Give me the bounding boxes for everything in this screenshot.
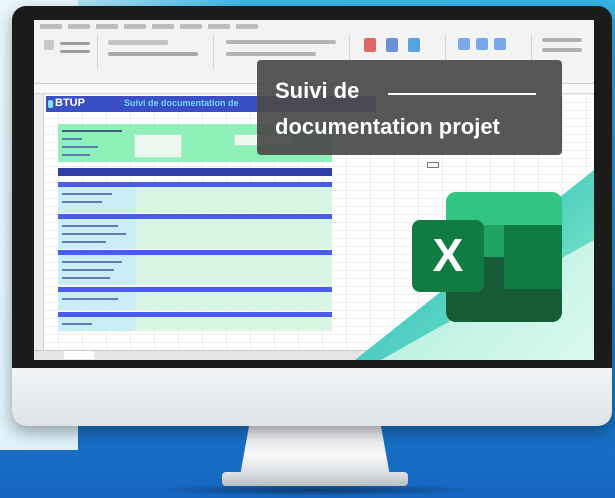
ribbon-tab[interactable]: [96, 24, 118, 29]
sheet-tab-active[interactable]: [64, 351, 94, 359]
ribbon-tab[interactable]: [68, 24, 90, 29]
title-overlay: [257, 60, 562, 155]
text-line: [62, 233, 126, 235]
logo-mark-icon: [48, 100, 53, 108]
monitor-stand-neck: [240, 426, 390, 476]
section-body: [58, 317, 332, 331]
autosum-icon[interactable]: [542, 38, 582, 42]
text-line: [62, 201, 102, 203]
title-line-1: Suivi de: [275, 78, 360, 103]
info-input-box[interactable]: [134, 134, 182, 158]
text-line: [62, 130, 122, 132]
ribbon-tab[interactable]: [236, 24, 258, 29]
text-line: [62, 241, 106, 243]
title-rule: [388, 93, 536, 95]
ribbon-tab[interactable]: [180, 24, 202, 29]
excel-icon-letter: X: [433, 229, 464, 281]
format-table-icon[interactable]: [386, 38, 398, 52]
copy-icon[interactable]: [60, 50, 90, 53]
excel-icon: X: [412, 192, 562, 322]
ribbon-tab[interactable]: [152, 24, 174, 29]
company-logo-text: BTUP: [55, 97, 85, 109]
text-line: [62, 323, 92, 325]
ribbon-group-font: [104, 34, 214, 70]
title-line-2: documentation projet: [275, 114, 500, 139]
ribbon-tab[interactable]: [208, 24, 230, 29]
ribbon-group-clipboard: [38, 34, 98, 70]
conditional-format-icon[interactable]: [364, 38, 376, 52]
cell-styles-icon[interactable]: [408, 38, 420, 52]
monitor-chin: [12, 368, 612, 426]
paste-icon[interactable]: [44, 40, 54, 50]
ribbon-tab[interactable]: [40, 24, 62, 29]
section-body: [58, 187, 332, 213]
cut-icon[interactable]: [60, 42, 90, 45]
section-body: [58, 292, 332, 310]
text-line: [62, 269, 114, 271]
small-shape-outline: [427, 162, 439, 168]
monitor-stand-base: [222, 472, 408, 486]
sheet-header-title: Suivi de documentation de: [124, 98, 239, 108]
align-icons[interactable]: [226, 40, 336, 44]
table-column-header: [58, 168, 332, 176]
text-line: [62, 193, 112, 195]
text-line: [62, 138, 82, 140]
font-selector[interactable]: [108, 40, 168, 45]
text-line: [62, 277, 110, 279]
section-body: [58, 219, 332, 249]
text-line: [62, 261, 122, 263]
wrap-icons[interactable]: [226, 52, 316, 56]
format-icon[interactable]: [494, 38, 506, 50]
text-line: [62, 154, 90, 156]
text-line: [62, 298, 118, 300]
row-headers: [34, 94, 44, 360]
section-body: [58, 255, 332, 285]
ribbon-tabs: [40, 24, 258, 29]
ribbon-tab[interactable]: [124, 24, 146, 29]
format-icons[interactable]: [108, 52, 198, 56]
text-line: [62, 146, 98, 148]
text-line: [62, 225, 118, 227]
insert-icon[interactable]: [458, 38, 470, 50]
sort-filter-icon[interactable]: [542, 48, 582, 52]
delete-icon[interactable]: [476, 38, 488, 50]
